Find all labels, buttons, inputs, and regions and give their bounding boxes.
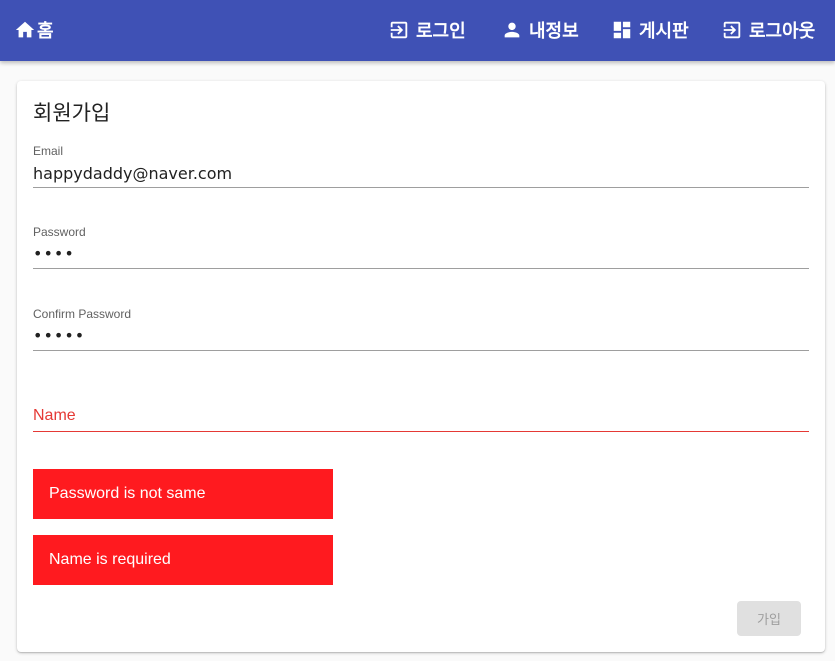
signup-button[interactable]: 가입 — [737, 601, 801, 636]
signup-card: 회원가입 Email happydaddy@naver.com Password… — [17, 81, 825, 652]
nav-board-label: 게시판 — [639, 21, 689, 42]
nav-login-label: 로그인 — [416, 21, 466, 42]
error-alert-name: Name is required — [33, 535, 333, 585]
logout-icon — [723, 21, 741, 39]
nav-myinfo-label: 내정보 — [529, 21, 579, 42]
nav-myinfo[interactable]: 내정보 — [501, 17, 579, 43]
home-link[interactable]: 홈 — [14, 17, 54, 43]
dashboard-icon — [613, 21, 631, 39]
page-title: 회원가입 — [33, 101, 111, 125]
login-icon — [390, 21, 408, 39]
email-field[interactable]: Email happydaddy@naver.com — [33, 143, 809, 189]
password-input[interactable]: •••• — [33, 244, 75, 263]
name-field[interactable]: Name — [33, 404, 809, 434]
email-underline — [33, 187, 809, 188]
confirm-password-input[interactable]: ••••• — [33, 326, 85, 345]
person-icon — [504, 22, 520, 38]
error-alert-password: Password is not same — [33, 469, 333, 519]
email-label: Email — [33, 144, 64, 158]
nav-board[interactable]: 게시판 — [611, 17, 689, 43]
name-label: Name — [33, 407, 76, 424]
error-alert-name-text: Name is required — [49, 551, 171, 568]
name-underline — [33, 431, 809, 432]
password-underline — [33, 268, 809, 269]
password-field[interactable]: Password •••• — [33, 224, 809, 270]
nav-login[interactable]: 로그인 — [388, 17, 466, 43]
email-input[interactable]: happydaddy@naver.com — [33, 164, 232, 183]
home-icon — [15, 21, 35, 38]
confirm-password-underline — [33, 350, 809, 351]
nav-logout-label: 로그아웃 — [749, 21, 816, 42]
confirm-password-label: Confirm Password — [33, 307, 132, 321]
password-label: Password — [33, 225, 86, 239]
confirm-password-field[interactable]: Confirm Password ••••• — [33, 306, 809, 352]
error-alert-password-text: Password is not same — [49, 485, 206, 502]
home-label: 홈 — [37, 21, 54, 42]
app-bar: 홈 로그인 내정보 게시판 로그아웃 — [0, 0, 835, 61]
nav-logout[interactable]: 로그아웃 — [721, 17, 815, 43]
